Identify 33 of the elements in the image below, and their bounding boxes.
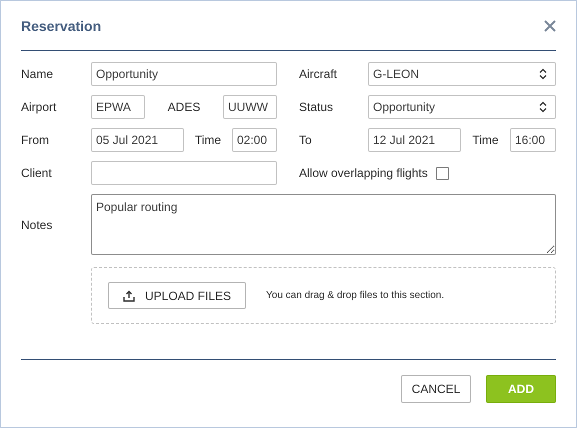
to-label: To <box>299 133 313 147</box>
time-label: Time <box>194 133 222 147</box>
airport-field[interactable]: EPWA <box>91 95 145 119</box>
notes-field[interactable]: Popular routing <box>91 194 556 255</box>
to-time-field[interactable]: 16:00 <box>510 128 556 152</box>
upload-button[interactable]: UPLOAD FILES <box>108 282 246 309</box>
aircraft-select[interactable]: G-LEON <box>368 62 556 86</box>
aircraft-label: Aircraft <box>299 67 338 81</box>
upload-icon <box>123 290 135 302</box>
drop-zone[interactable]: UPLOAD FILES You can drag & drop files to this section. <box>91 267 556 324</box>
close-icon[interactable] <box>544 20 556 32</box>
overlap-label: Allow overlapping flights <box>299 166 428 180</box>
overlap-checkbox[interactable] <box>436 166 449 180</box>
chevron-icon <box>539 101 547 113</box>
name-label: Name <box>21 67 54 81</box>
ades-label: ADES <box>168 100 200 114</box>
client-label: Client <box>21 166 53 180</box>
window-title: Reservation <box>21 18 102 34</box>
status-label: Status <box>299 100 334 114</box>
client-field[interactable] <box>91 161 277 185</box>
ades-field[interactable]: UUWW <box>223 95 277 119</box>
chevron-icon <box>539 68 547 80</box>
time-label: Time <box>472 133 499 147</box>
cancel-button[interactable]: CANCEL <box>401 375 471 403</box>
from-date-field[interactable]: 05 Jul 2021 <box>91 128 184 152</box>
airport-label: Airport <box>21 100 58 114</box>
from-time-field[interactable]: 02:00 <box>232 128 277 152</box>
notes-label: Notes <box>21 218 54 232</box>
from-label: From <box>21 133 50 147</box>
name-field[interactable]: Opportunity <box>91 62 277 86</box>
upload-hint: You can drag & drop files to this section. <box>266 290 444 301</box>
status-select[interactable]: Opportunity <box>368 95 556 119</box>
to-date-field[interactable]: 12 Jul 2021 <box>368 128 461 152</box>
